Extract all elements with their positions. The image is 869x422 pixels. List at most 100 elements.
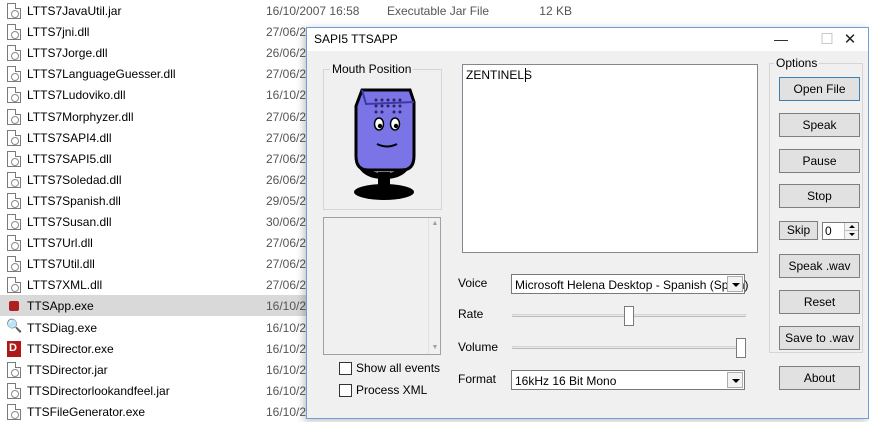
voice-select[interactable]: Microsoft Helena Desktop - Spanish (Spai… [511, 274, 749, 294]
dll-icon [7, 171, 21, 188]
events-list[interactable]: ▲ ▼ [323, 217, 441, 355]
volume-label: Volume [458, 340, 499, 354]
file-name: LTTS7SAPI5.dll [27, 151, 112, 166]
file-name: LTTS7LanguageGuesser.dll [27, 67, 176, 82]
pause-button[interactable]: Pause [779, 149, 860, 173]
skip-button[interactable]: Skip [779, 221, 818, 240]
file-date: 27/06/2 [266, 67, 307, 82]
speak-wav-button[interactable]: Speak .wav [779, 254, 860, 278]
chevron-down-icon[interactable] [727, 372, 743, 388]
dll-icon [7, 45, 21, 62]
open-file-button[interactable]: Open File [779, 77, 860, 101]
speak-button[interactable]: Speak [779, 113, 860, 137]
options-label: Options [774, 56, 820, 70]
microphone-face-icon [354, 88, 416, 200]
dll-icon [7, 277, 21, 294]
jar-icon [7, 3, 21, 19]
file-name: TTSDirector.jar [27, 362, 108, 377]
show-all-events-label: Show all events [356, 361, 441, 375]
file-date: 16/10/2 [266, 362, 307, 377]
volume-slider-track[interactable] [512, 346, 746, 349]
window-title: SAPI5 TTSAPP [314, 32, 398, 46]
dll-icon [7, 66, 21, 83]
jar-icon [7, 382, 21, 399]
spin-up-icon[interactable] [844, 223, 858, 231]
process-xml-label: Process XML [356, 383, 428, 397]
director-icon [7, 340, 21, 357]
dll-icon [7, 24, 21, 41]
save-to-wav-button[interactable]: Save to .wav [779, 326, 860, 350]
file-date: 27/06/2 [266, 236, 307, 251]
dll-icon [7, 87, 21, 104]
file-name: LTTS7Morphyzer.dll [27, 109, 134, 124]
format-select[interactable]: 16kHz 16 Bit Mono [511, 370, 745, 390]
chevron-down-icon[interactable] [727, 276, 743, 292]
file-name: LTTS7JavaUtil.jar [27, 4, 122, 18]
voice-value: Microsoft Helena Desktop - Spanish (Spai… [515, 278, 749, 292]
file-date: 27/06/2 [266, 151, 307, 166]
volume-slider-thumb[interactable] [736, 338, 746, 358]
file-date: 16/10/2 [266, 320, 307, 335]
title-bar[interactable]: SAPI5 TTSAPP — ☐ ✕ [307, 28, 868, 51]
minimize-button[interactable]: — [758, 28, 804, 51]
close-button[interactable]: ✕ [827, 28, 869, 51]
scroll-down-icon[interactable]: ▼ [429, 342, 441, 354]
rate-label: Rate [458, 307, 484, 321]
file-date: 26/06/2 [266, 46, 307, 61]
mouth-position-label: Mouth Position [330, 62, 414, 76]
dll-icon [7, 214, 21, 230]
file-date: 27/06/2 [266, 278, 307, 293]
voice-label: Voice [458, 276, 488, 290]
file-name: TTSDirectorlookandfeel.jar [27, 383, 170, 398]
events-scrollbar[interactable]: ▲ ▼ [428, 218, 440, 354]
file-name: LTTS7SAPI4.dll [27, 130, 112, 145]
speech-text-area[interactable]: ZENTINELS [462, 64, 758, 253]
reset-button[interactable]: Reset [779, 290, 860, 314]
file-date: 26/06/2 [266, 172, 307, 187]
file-name: LTTS7Util.dll [27, 257, 95, 272]
checkbox-box[interactable] [339, 362, 352, 375]
exe-icon [7, 403, 21, 420]
file-row[interactable]: LTTS7JavaUtil.jar 16/10/2007 16:58 Executa… [0, 0, 600, 21]
about-button[interactable]: About [779, 366, 860, 390]
file-name: LTTS7Susan.dll [27, 215, 112, 229]
format-value: 16kHz 16 Bit Mono [515, 374, 617, 388]
scroll-up-icon[interactable]: ▲ [429, 218, 441, 230]
skip-count-field[interactable]: 0 [822, 222, 859, 240]
dll-icon [7, 192, 21, 209]
diag-icon [6, 318, 22, 336]
ttsapp-icon [7, 298, 21, 314]
file-name: LTTS7Soledad.dll [27, 172, 122, 187]
file-date: 29/05/2 [266, 193, 307, 208]
file-name: TTSFileGenerator.exe [27, 404, 146, 419]
file-name: LTTS7XML.dll [27, 278, 103, 293]
speech-text: ZENTINELS [466, 68, 533, 82]
ttsapp-dialog: SAPI5 TTSAPP — ☐ ✕ Mouth Position ▲ ▼ Sh… [306, 27, 869, 419]
file-size: 12 KB [539, 4, 572, 18]
format-label: Format [458, 372, 497, 386]
file-date: 16/10/2 [266, 383, 307, 398]
file-date: 16/10/2 [266, 88, 307, 103]
mouth-position-group: Mouth Position [323, 62, 442, 210]
file-date: 16/10/2007 16:58 [266, 4, 360, 18]
file-name: TTSDiag.exe [27, 320, 98, 335]
jar-icon [7, 361, 21, 378]
file-name: TTSDirector.exe [27, 341, 114, 356]
stop-button[interactable]: Stop [779, 184, 860, 208]
file-name: LTTS7Jorge.dll [27, 46, 108, 61]
file-date: 27/06/2 [266, 25, 307, 40]
dll-icon [7, 256, 21, 273]
spin-down-icon[interactable] [844, 231, 858, 239]
file-name: LTTS7Url.dll [27, 236, 93, 251]
file-date: 27/06/2 [266, 109, 307, 124]
dll-icon [7, 235, 21, 252]
dll-icon [7, 108, 21, 125]
file-date: 16/10/2 [266, 299, 307, 314]
dll-icon [7, 150, 21, 167]
file-date: 27/06/2 [266, 130, 307, 145]
file-date: 30/06/2 [266, 215, 307, 229]
rate-slider-thumb[interactable] [624, 306, 634, 326]
checkbox-box[interactable] [339, 384, 352, 397]
file-name: LTTS7jni.dll [27, 25, 90, 40]
file-name: LTTS7Ludoviko.dll [27, 88, 126, 103]
